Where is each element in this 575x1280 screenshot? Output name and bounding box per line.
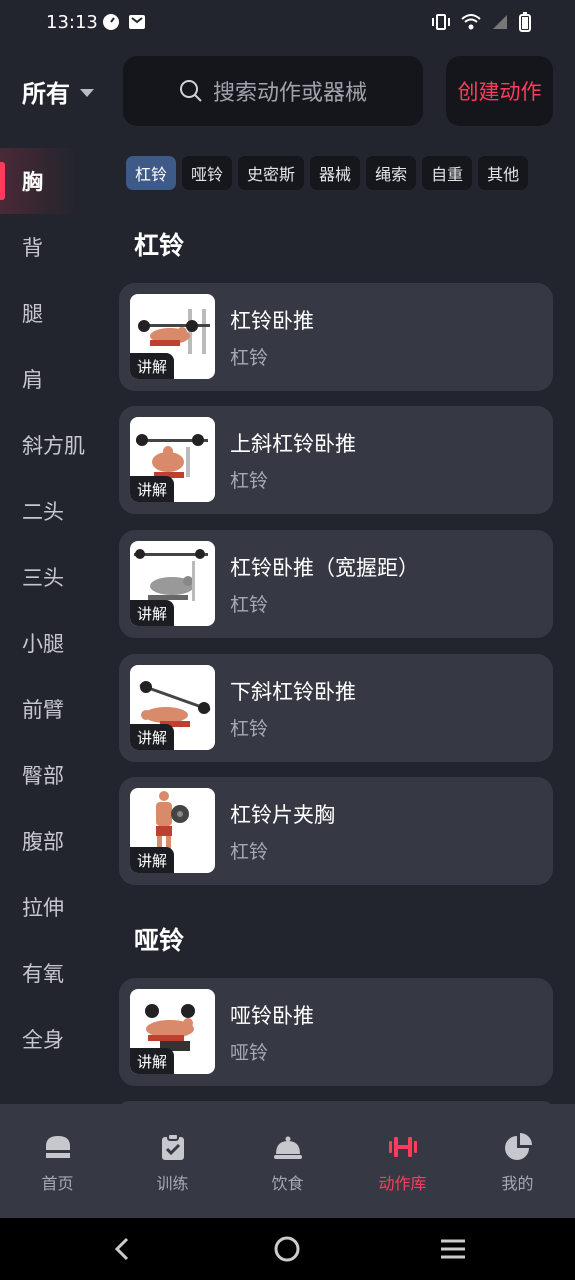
recents-icon[interactable] — [440, 1236, 466, 1262]
search-icon — [179, 80, 202, 102]
section-title-dumbbell: 哑铃 — [134, 926, 185, 955]
tab-diet[interactable]: 饮食 — [230, 1104, 345, 1218]
exercise-category: 杠铃 — [230, 347, 269, 369]
search-placeholder: 搜索动作或器械 — [212, 81, 367, 106]
search-input[interactable]: 搜索动作或器械 — [123, 56, 423, 126]
battery-icon — [519, 12, 531, 32]
sidebar-item-triceps[interactable]: 三头 — [0, 544, 110, 610]
tab-home[interactable]: 首页 — [0, 1104, 115, 1218]
exercise-category: 哑铃 — [230, 1042, 269, 1064]
tutorial-tag: 讲解 — [130, 1048, 175, 1074]
exercise-card[interactable]: 讲解 杠铃卧推（宽握距） 杠铃 — [119, 530, 553, 638]
status-bar: 13:13 — [0, 0, 575, 48]
sidebar-item-trapezius[interactable]: 斜方肌 — [0, 412, 110, 478]
tutorial-tag: 讲解 — [130, 724, 175, 750]
muscle-sidebar: 胸 背 腿 肩 斜方肌 二头 三头 小腿 前臂 臀部 腹部 拉伸 有氧 全身 — [0, 148, 110, 1072]
tutorial-tag: 讲解 — [130, 353, 175, 379]
speedometer-icon — [103, 14, 119, 30]
exercise-card[interactable]: 讲解 上斜杠铃卧推 杠铃 — [119, 406, 553, 514]
status-time: 13:13 — [46, 12, 98, 33]
back-icon[interactable] — [110, 1236, 134, 1262]
exercise-thumbnail: 讲解 — [130, 417, 215, 502]
cloche-icon — [273, 1136, 302, 1159]
exercise-thumbnail: 讲解 — [130, 788, 215, 873]
mail-icon — [129, 15, 145, 29]
sidebar-item-cardio[interactable]: 有氧 — [0, 940, 110, 1006]
sidebar-item-biceps[interactable]: 二头 — [0, 478, 110, 544]
chip-cable[interactable]: 绳索 — [366, 156, 417, 190]
sidebar-item-forearms[interactable]: 前臂 — [0, 676, 110, 742]
tab-label: 动作库 — [378, 1174, 427, 1193]
sidebar-item-full-body[interactable]: 全身 — [0, 1006, 110, 1072]
home-circle-icon[interactable] — [274, 1236, 300, 1262]
exercise-thumbnail: 讲解 — [130, 541, 215, 626]
exercise-name: 上斜杠铃卧推 — [230, 432, 356, 456]
chip-barbell[interactable]: 杠铃 — [126, 156, 177, 190]
chip-smith[interactable]: 史密斯 — [238, 156, 305, 190]
sidebar-item-legs[interactable]: 腿 — [0, 280, 110, 346]
chevron-down-icon — [80, 88, 94, 97]
exercise-card[interactable]: 讲解 下斜杠铃卧推 杠铃 — [119, 654, 553, 762]
chip-other[interactable]: 其他 — [478, 156, 529, 190]
exercise-card[interactable]: 讲解 杠铃卧推 杠铃 — [119, 283, 553, 391]
tab-label: 训练 — [156, 1174, 189, 1193]
home-icon — [45, 1136, 70, 1158]
sidebar-item-chest[interactable]: 胸 — [0, 148, 110, 214]
chip-bodyweight[interactable]: 自重 — [422, 156, 473, 190]
exercise-name: 杠铃片夹胸 — [230, 803, 335, 827]
chip-dumbbell[interactable]: 哑铃 — [182, 156, 233, 190]
tutorial-tag: 讲解 — [130, 476, 175, 502]
equipment-filter: 杠铃 哑铃 史密斯 器械 绳索 自重 其他 — [126, 156, 529, 190]
exercise-thumbnail: 讲解 — [130, 665, 215, 750]
tab-profile[interactable]: 我的 — [460, 1104, 575, 1218]
sidebar-item-back[interactable]: 背 — [0, 214, 110, 280]
tutorial-tag: 讲解 — [130, 847, 175, 873]
sidebar-item-calves[interactable]: 小腿 — [0, 610, 110, 676]
tab-exercise-library[interactable]: 动作库 — [345, 1104, 460, 1218]
dumbbell-icon — [388, 1137, 417, 1157]
exercise-name: 哑铃卧推 — [230, 1004, 314, 1028]
sidebar-item-stretch[interactable]: 拉伸 — [0, 874, 110, 940]
exercise-card[interactable]: 讲解 杠铃片夹胸 杠铃 — [119, 777, 553, 885]
tab-label: 首页 — [41, 1174, 74, 1193]
wifi-icon — [461, 14, 481, 30]
exercise-name: 下斜杠铃卧推 — [230, 680, 356, 704]
exercise-category: 杠铃 — [230, 718, 269, 740]
create-exercise-button[interactable]: 创建动作 — [446, 56, 553, 126]
exercise-thumbnail: 讲解 — [130, 989, 215, 1074]
filter-label: 所有 — [22, 80, 70, 108]
vibrate-icon — [432, 14, 450, 30]
sidebar-item-glutes[interactable]: 臀部 — [0, 742, 110, 808]
exercise-thumbnail: 讲解 — [130, 294, 215, 379]
chip-machine[interactable]: 器械 — [310, 156, 361, 190]
system-nav-bar — [0, 1218, 575, 1280]
tab-label: 饮食 — [271, 1174, 304, 1193]
exercise-category: 杠铃 — [230, 841, 269, 863]
tab-label: 我的 — [501, 1174, 534, 1193]
tutorial-tag: 讲解 — [130, 600, 175, 626]
section-title-barbell: 杠铃 — [134, 231, 185, 260]
exercise-category: 杠铃 — [230, 594, 269, 616]
signal-icon — [493, 15, 507, 29]
filter-dropdown[interactable]: 所有 — [22, 74, 94, 109]
exercise-name: 杠铃卧推 — [230, 309, 314, 333]
sidebar-item-abs[interactable]: 腹部 — [0, 808, 110, 874]
tab-training[interactable]: 训练 — [115, 1104, 230, 1218]
exercise-name: 杠铃卧推（宽握距） — [230, 556, 419, 580]
sidebar-item-shoulders[interactable]: 肩 — [0, 346, 110, 412]
bottom-tab-bar: 首页 训练 饮食 动作库 我的 — [0, 1104, 575, 1218]
clipboard-icon — [161, 1133, 184, 1160]
exercise-card[interactable]: 讲解 哑铃卧推 哑铃 — [119, 978, 553, 1086]
pie-chart-icon — [504, 1133, 532, 1160]
top-bar: 所有 搜索动作或器械 创建动作 — [0, 56, 575, 126]
exercise-category: 杠铃 — [230, 470, 269, 492]
